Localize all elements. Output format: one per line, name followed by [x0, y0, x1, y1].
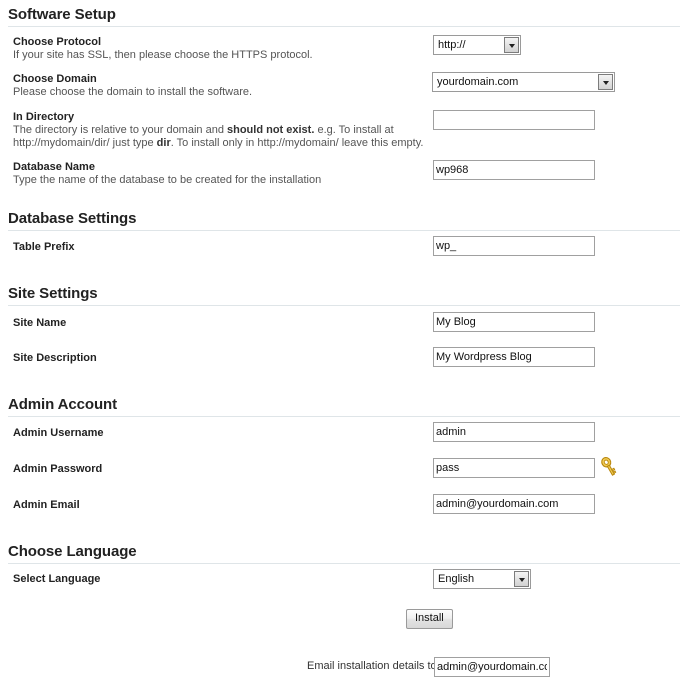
section-title-site-settings: Site Settings	[8, 285, 98, 302]
field-label-col: Admin Username	[13, 426, 428, 440]
desc-in-directory: The directory is relative to your domain…	[13, 124, 428, 150]
label-site-name: Site Name	[13, 317, 67, 329]
desc-bold: dir	[156, 137, 171, 149]
select-protocol[interactable]: http://	[433, 35, 521, 55]
section-divider	[8, 230, 680, 231]
field-label-col: Database Name Type the name of the datab…	[13, 160, 428, 187]
section-divider	[8, 305, 680, 306]
label-select-language: Select Language	[13, 573, 101, 585]
field-label-col: Admin Password	[13, 462, 428, 476]
email-installation-details-input-wrap	[434, 657, 550, 677]
desc-choose-domain: Please choose the domain to install the …	[13, 86, 253, 98]
field-input-col	[433, 110, 595, 130]
desc-text: . To install only in http://mydomain/ le…	[170, 137, 424, 149]
section-divider	[8, 563, 680, 564]
section-database-settings: Database Settings	[0, 210, 680, 231]
admin-password-input[interactable]	[433, 458, 595, 478]
section-divider	[8, 26, 680, 27]
field-label-col: Admin Email	[13, 498, 428, 512]
label-admin-password: Admin Password	[13, 463, 103, 475]
chevron-down-icon[interactable]	[514, 571, 529, 587]
field-input-col: yourdomain.com	[432, 72, 615, 92]
chevron-down-icon[interactable]	[504, 37, 519, 53]
label-database-name: Database Name	[13, 161, 95, 173]
field-input-col	[433, 347, 595, 367]
field-input-col: English	[433, 569, 531, 589]
field-input-col	[433, 458, 595, 478]
field-input-col	[433, 160, 595, 180]
install-button[interactable]: Install	[406, 609, 453, 629]
label-admin-email: Admin Email	[13, 499, 80, 511]
section-divider	[8, 416, 680, 417]
section-admin-account: Admin Account	[0, 396, 680, 417]
field-input-col	[433, 236, 595, 256]
in-directory-input[interactable]	[433, 110, 595, 130]
admin-username-input[interactable]	[433, 422, 595, 442]
key-icon[interactable]	[599, 456, 619, 478]
field-input-col: http://	[433, 35, 521, 55]
section-title-software-setup: Software Setup	[8, 6, 116, 23]
field-label-col: Table Prefix	[13, 240, 428, 254]
chevron-down-icon[interactable]	[598, 74, 613, 90]
field-label-col: Choose Domain Please choose the domain t…	[13, 72, 428, 99]
field-input-col	[433, 312, 595, 332]
select-language[interactable]: English	[433, 569, 531, 589]
desc-bold: should not exist.	[227, 124, 315, 136]
email-installation-details-input[interactable]	[434, 657, 550, 677]
select-domain[interactable]: yourdomain.com	[432, 72, 615, 92]
label-choose-domain: Choose Domain	[13, 73, 97, 85]
site-description-input[interactable]	[433, 347, 595, 367]
field-label-col: Site Name	[13, 316, 428, 330]
site-name-input[interactable]	[433, 312, 595, 332]
section-site-settings: Site Settings	[0, 285, 680, 306]
field-label-col: Site Description	[13, 351, 428, 365]
section-title-database-settings: Database Settings	[8, 210, 137, 227]
label-admin-username: Admin Username	[13, 427, 104, 439]
label-in-directory: In Directory	[13, 111, 75, 123]
desc-text: The directory is relative to your domain…	[13, 124, 227, 136]
label-site-description: Site Description	[13, 352, 97, 364]
field-label-col: Select Language	[13, 572, 428, 586]
table-prefix-input[interactable]	[433, 236, 595, 256]
field-input-col	[433, 422, 595, 442]
desc-choose-protocol: If your site has SSL, then please choose…	[13, 49, 313, 61]
section-title-admin-account: Admin Account	[8, 396, 117, 413]
label-table-prefix: Table Prefix	[13, 241, 75, 253]
select-domain-value: yourdomain.com	[437, 76, 519, 88]
section-choose-language: Choose Language	[0, 543, 680, 564]
field-label-col: In Directory The directory is relative t…	[13, 110, 428, 150]
field-label-col: Choose Protocol If your site has SSL, th…	[13, 35, 428, 62]
field-input-col	[433, 494, 595, 514]
database-name-input[interactable]	[433, 160, 595, 180]
admin-email-input[interactable]	[433, 494, 595, 514]
desc-database-name: Type the name of the database to be crea…	[13, 174, 322, 186]
label-choose-protocol: Choose Protocol	[13, 36, 102, 48]
section-title-choose-language: Choose Language	[8, 543, 137, 560]
email-installation-details-label: Email installation details to :	[307, 660, 443, 672]
section-software-setup: Software Setup	[0, 6, 680, 27]
